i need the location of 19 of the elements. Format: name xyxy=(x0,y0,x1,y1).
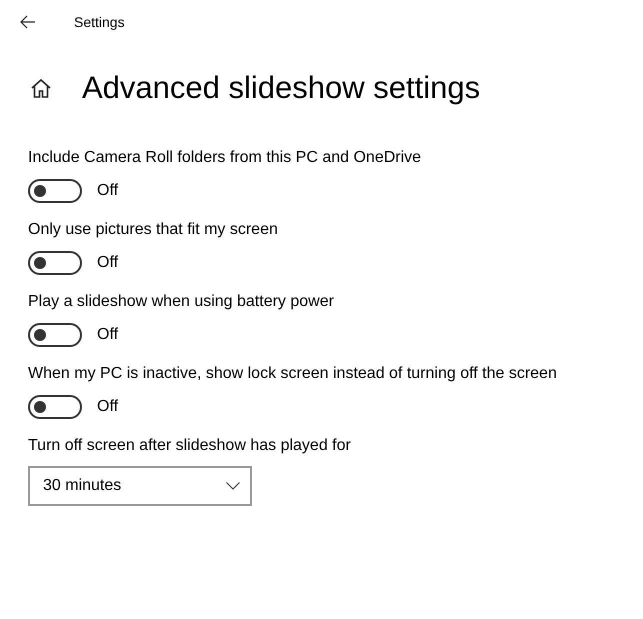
setting-label: Only use pictures that fit my screen xyxy=(28,220,279,240)
dropdown-label: Turn off screen after slideshow has played for xyxy=(28,436,352,456)
toggle-switch[interactable] xyxy=(28,323,82,347)
setting-label: Play a slideshow when using battery power xyxy=(28,292,335,312)
home-icon xyxy=(30,78,52,98)
toggle-state: Off xyxy=(97,182,118,200)
toggle-state: Off xyxy=(97,398,118,416)
toggle-state: Off xyxy=(97,254,118,272)
dropdown[interactable]: 30 minutes xyxy=(28,466,252,506)
header-title: Settings xyxy=(74,14,125,30)
page-title: Advanced slideshow settings xyxy=(82,70,480,106)
back-arrow-icon xyxy=(20,15,36,29)
setting-label: Include Camera Roll folders from this PC and OneDrive xyxy=(28,148,422,168)
toggle-switch[interactable] xyxy=(28,395,82,419)
toggle-state: Off xyxy=(97,326,118,344)
toggle-switch[interactable] xyxy=(28,179,82,203)
toggle-switch[interactable] xyxy=(28,251,82,275)
setting-label: When my PC is inactive, show lock screen instead of turning off the screen xyxy=(28,364,558,384)
chevron-down-icon xyxy=(226,482,240,490)
